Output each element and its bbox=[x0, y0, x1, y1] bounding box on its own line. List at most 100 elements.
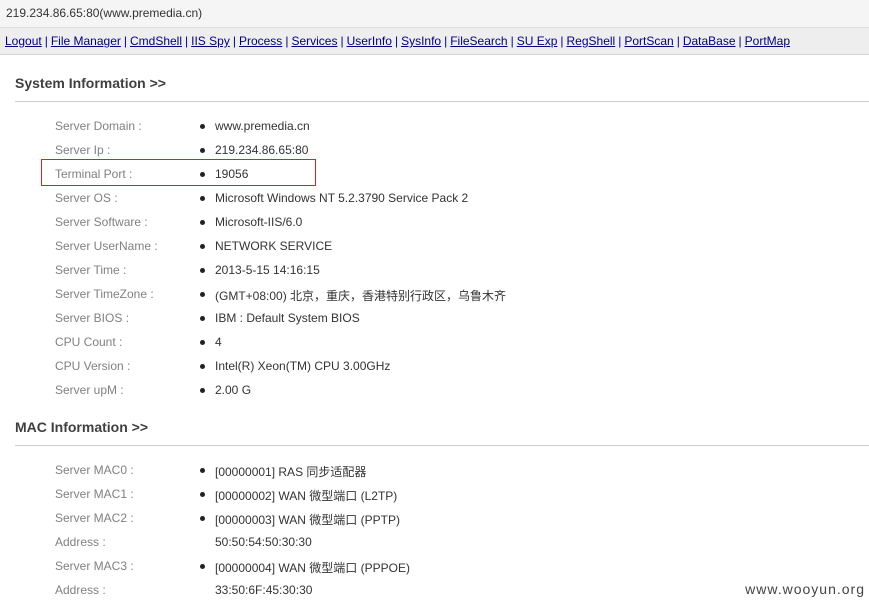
nav-link-filesearch[interactable]: FileSearch bbox=[450, 34, 507, 48]
info-value: (GMT+08:00) 北京，重庆，香港特别行政区，乌鲁木齐 bbox=[215, 289, 507, 303]
bullet-icon bbox=[200, 316, 205, 321]
bullet-icon bbox=[200, 468, 205, 473]
info-label: Server MAC1 : bbox=[55, 487, 134, 501]
nav-separator: | bbox=[123, 34, 127, 48]
bullet-icon bbox=[200, 268, 205, 273]
nav-link-portscan[interactable]: PortScan bbox=[624, 34, 673, 48]
nav-link-userinfo[interactable]: UserInfo bbox=[347, 34, 392, 48]
info-row: Server Software : Microsoft-IIS/6.0 bbox=[0, 212, 869, 232]
nav-separator: | bbox=[618, 34, 622, 48]
info-row: Server TimeZone : (GMT+08:00) 北京，重庆，香港特别行… bbox=[0, 284, 869, 304]
info-label: Server Time : bbox=[55, 263, 127, 277]
info-value: 50:50:54:50:30:30 bbox=[215, 535, 312, 549]
nav-link-portmap[interactable]: PortMap bbox=[745, 34, 790, 48]
watermark: www.wooyun.org bbox=[745, 581, 865, 597]
info-label: Server MAC3 : bbox=[55, 559, 134, 573]
info-row: CPU Version : Intel(R) Xeon(TM) CPU 3.00G… bbox=[0, 356, 869, 376]
nav-link-sysinfo[interactable]: SysInfo bbox=[401, 34, 441, 48]
nav-link-regshell[interactable]: RegShell bbox=[567, 34, 616, 48]
info-label: Server Software : bbox=[55, 215, 148, 229]
bullet-icon bbox=[200, 148, 205, 153]
info-row: Server MAC1 : [00000002] WAN 微型端口 (L2TP) bbox=[0, 484, 869, 504]
info-label: Server MAC0 : bbox=[55, 463, 134, 477]
info-label: Server TimeZone : bbox=[55, 287, 154, 301]
bullet-icon bbox=[200, 340, 205, 345]
info-value: Intel(R) Xeon(TM) CPU 3.00GHz bbox=[215, 359, 391, 373]
info-row: Server UserName : NETWORK SERVICE bbox=[0, 236, 869, 256]
nav-link-cmdshell[interactable]: CmdShell bbox=[130, 34, 182, 48]
info-row: Server MAC0 : [00000001] RAS 同步适配器 bbox=[0, 460, 869, 480]
system-info-title: System Information >> bbox=[15, 75, 166, 91]
section-divider bbox=[15, 445, 869, 447]
info-label: Server Domain : bbox=[55, 119, 142, 133]
bullet-icon bbox=[200, 244, 205, 249]
nav-separator: | bbox=[738, 34, 742, 48]
info-row: CPU Count : 4 bbox=[0, 332, 869, 352]
info-value: 4 bbox=[215, 335, 222, 349]
bullet-icon bbox=[200, 564, 205, 569]
nav-separator: | bbox=[510, 34, 514, 48]
section-divider bbox=[15, 101, 869, 103]
bullet-icon bbox=[200, 492, 205, 497]
info-value: IBM : Default System BIOS bbox=[215, 311, 360, 325]
info-value: [00000003] WAN 微型端口 (PPTP) bbox=[215, 513, 400, 527]
info-value: 219.234.86.65:80 bbox=[215, 143, 309, 157]
info-value: [00000001] RAS 同步适配器 bbox=[215, 465, 367, 479]
nav-separator: | bbox=[560, 34, 564, 48]
info-label: CPU Version : bbox=[55, 359, 131, 373]
info-row: Server BIOS : IBM : Default System BIOS bbox=[0, 308, 869, 328]
nav-bar: Logout | File Manager | CmdShell | IIS Spy | Pro… bbox=[0, 28, 869, 55]
nav-separator: | bbox=[676, 34, 680, 48]
info-row: Address : 50:50:54:50:30:30 bbox=[0, 532, 869, 552]
info-label: Address : bbox=[55, 583, 106, 597]
nav-separator: | bbox=[232, 34, 236, 48]
info-row: Server OS : Microsoft Windows NT 5.2.3790… bbox=[0, 188, 869, 208]
nav-link-su-exp[interactable]: SU Exp bbox=[517, 34, 558, 48]
info-value: www.premedia.cn bbox=[215, 119, 310, 133]
nav-link-logout[interactable]: Logout bbox=[5, 34, 42, 48]
info-value: 33:50:6F:45:30:30 bbox=[215, 583, 313, 597]
title-bar: 219.234.86.65:80(www.premedia.cn) bbox=[0, 0, 869, 28]
mac-info-title: MAC Information >> bbox=[15, 419, 149, 435]
info-value: NETWORK SERVICE bbox=[215, 239, 333, 253]
nav-separator: | bbox=[394, 34, 399, 48]
info-label: Server UserName : bbox=[55, 239, 158, 253]
info-row: Server MAC2 : [00000003] WAN 微型端口 (PPTP) bbox=[0, 508, 869, 528]
nav-link-services[interactable]: Services bbox=[291, 34, 337, 48]
nav-link-file-manager[interactable]: File Manager bbox=[51, 34, 121, 48]
info-row: Server Domain : www.premedia.cn bbox=[0, 116, 869, 136]
info-row: Server upM : 2.00 G bbox=[0, 380, 869, 400]
info-label: Server upM : bbox=[55, 383, 124, 397]
info-row: Server Ip : 219.234.86.65:80 bbox=[0, 140, 869, 160]
nav-separator: | bbox=[44, 34, 48, 48]
nav-separator: | bbox=[340, 34, 344, 48]
info-row: Server Time : 2013-5-15 14:16:15 bbox=[0, 260, 869, 280]
info-value: [00000002] WAN 微型端口 (L2TP) bbox=[215, 489, 398, 503]
info-value: Microsoft-IIS/6.0 bbox=[215, 215, 303, 229]
bullet-icon bbox=[200, 124, 205, 129]
nav-separator: | bbox=[185, 34, 189, 48]
terminal-port-highlight bbox=[41, 159, 316, 186]
info-label: CPU Count : bbox=[55, 335, 123, 349]
info-value: 2013-5-15 14:16:15 bbox=[215, 263, 320, 277]
bullet-icon bbox=[200, 388, 205, 393]
info-label: Server Ip : bbox=[55, 143, 111, 157]
info-label: Address : bbox=[55, 535, 106, 549]
bullet-icon bbox=[200, 220, 205, 225]
info-label: Server BIOS : bbox=[55, 311, 130, 325]
bullet-icon bbox=[200, 292, 205, 297]
info-row: Server MAC3 : [00000004] WAN 微型端口 (PPPOE) bbox=[0, 556, 869, 576]
info-label: Server OS : bbox=[55, 191, 118, 205]
info-row: Address : 33:50:6F:45:30:30 bbox=[0, 580, 869, 600]
nav-link-database[interactable]: DataBase bbox=[683, 34, 736, 48]
nav-link-iis-spy[interactable]: IIS Spy bbox=[191, 34, 230, 48]
nav-links: Logout | File Manager | CmdShell | IIS Spy | Pro… bbox=[5, 34, 790, 48]
info-value: [00000004] WAN 微型端口 (PPPOE) bbox=[215, 561, 410, 575]
nav-separator: | bbox=[444, 34, 448, 48]
info-value: Microsoft Windows NT 5.2.3790 Service Pa… bbox=[215, 191, 469, 205]
nav-link-process[interactable]: Process bbox=[239, 34, 282, 48]
bullet-icon bbox=[200, 516, 205, 521]
info-value: 2.00 G bbox=[215, 383, 252, 397]
info-label: Server MAC2 : bbox=[55, 511, 134, 525]
title-url: 219.234.86.65:80(www.premedia.cn) bbox=[6, 6, 203, 20]
